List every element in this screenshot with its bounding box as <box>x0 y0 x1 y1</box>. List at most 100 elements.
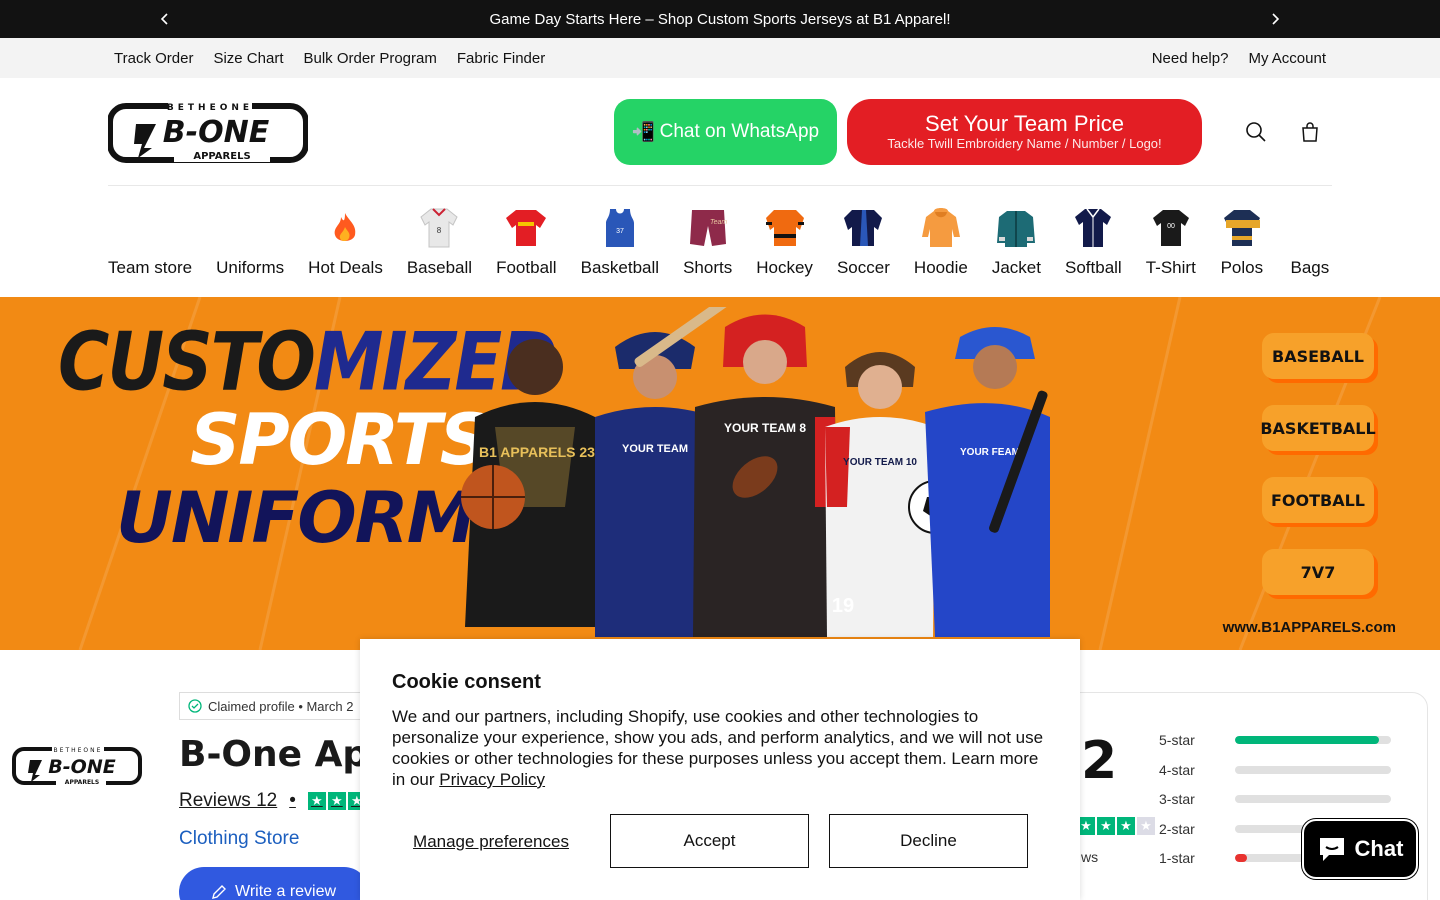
pencil-icon <box>212 885 226 899</box>
tag-football[interactable]: FOOTBALL <box>1262 477 1374 523</box>
rating-subtext: ws <box>1081 849 1099 865</box>
size-chart-link[interactable]: Size Chart <box>203 50 293 67</box>
decline-button[interactable]: Decline <box>829 814 1028 868</box>
jersey-text-6: 19 <box>832 595 854 617</box>
hero-line1-a: CUSTO <box>58 314 316 410</box>
phone-icon: 📲 <box>631 121 656 143</box>
privacy-policy-link[interactable]: Privacy Policy <box>439 770 545 789</box>
nav-hoodie[interactable]: Hoodie <box>914 206 968 278</box>
business-category-link[interactable]: Clothing Store <box>179 828 299 850</box>
nav-hockey[interactable]: Hockey <box>756 206 813 278</box>
whatsapp-chat-button[interactable]: 📲 Chat on WhatsApp <box>614 98 837 165</box>
star-icon: ★ <box>1117 817 1135 835</box>
nav-softball[interactable]: Softball <box>1065 206 1122 278</box>
t-shirt-icon: 00 <box>1149 206 1193 250</box>
bulk-order-link[interactable]: Bulk Order Program <box>293 50 446 67</box>
fire-icon <box>323 206 367 250</box>
rating-bar-fill <box>1235 854 1248 863</box>
cookie-title: Cookie consent <box>392 671 541 693</box>
header-divider <box>108 185 1332 186</box>
chat-label: Chat <box>1354 836 1404 861</box>
football-jersey-icon <box>504 206 548 250</box>
nav-football[interactable]: Football <box>496 206 557 278</box>
jersey-text-3: YOUR TEAM 8 <box>724 421 806 435</box>
svg-text:B-ONE: B-ONE <box>48 756 115 778</box>
category-nav: Team store Uniforms Hot Deals 8 Baseball… <box>0 186 1440 296</box>
nav-shorts[interactable]: Team Shorts <box>683 206 732 278</box>
check-circle-icon <box>188 699 202 713</box>
player-football: YOUR TEAM 8 <box>693 314 837 637</box>
nav-soccer[interactable]: Soccer <box>837 206 890 278</box>
nav-t-shirt[interactable]: 00 T-Shirt <box>1146 206 1196 278</box>
team-price-title: Set Your Team Price <box>925 110 1124 136</box>
tag-baseball[interactable]: BASEBALL <box>1262 333 1374 379</box>
claimed-profile-badge: Claimed profile • March 2 <box>179 692 363 720</box>
team-price-button[interactable]: Set Your Team Price Tackle Twill Embroid… <box>847 98 1202 165</box>
nav-jacket[interactable]: Jacket <box>992 206 1041 278</box>
rating-score: 2 <box>1081 731 1118 791</box>
rating-row-4[interactable]: 4-star <box>1159 761 1391 780</box>
nav-basketball[interactable]: 37 Basketball <box>581 206 659 278</box>
cart-icon[interactable] <box>1288 110 1332 154</box>
svg-text:8: 8 <box>437 226 442 235</box>
svg-text:00: 00 <box>1167 223 1175 230</box>
hero-website-url: www.B1APPARELS.com <box>1222 619 1396 636</box>
rating-stars: ★ ★ ★ ★ <box>1077 817 1155 835</box>
jersey-text-5: YOUR FEAM <box>960 447 1020 458</box>
hero-banner[interactable]: CUSTOMIZED SPORTS UNIFORMS B1 APPARELS 2… <box>0 297 1440 650</box>
accept-button[interactable]: Accept <box>610 814 809 868</box>
chat-widget-button[interactable]: Chat <box>1302 819 1418 879</box>
rating-row-5[interactable]: 5-star <box>1159 731 1391 750</box>
svg-text:37: 37 <box>616 228 624 235</box>
utility-right-links: Need help? My Account <box>1142 50 1336 67</box>
rating-bar-fill <box>1235 736 1379 745</box>
nav-bags[interactable]: Bags <box>1288 206 1332 278</box>
basketball-tank-icon: 37 <box>598 206 642 250</box>
whatsapp-label: Chat on WhatsApp <box>659 120 820 142</box>
my-account-link[interactable]: My Account <box>1238 50 1336 67</box>
site-header: BETHEONE B-ONE APPARELS 📲 Chat on WhatsA… <box>0 78 1440 186</box>
star-icon: ★ <box>1137 817 1155 835</box>
business-logo: BETHEONE B-ONE APPARELS <box>12 745 142 787</box>
chat-bubble-icon <box>1319 838 1344 861</box>
nav-baseball[interactable]: 8 Baseball <box>407 206 472 278</box>
svg-text:APPARELS: APPARELS <box>193 151 250 162</box>
svg-text:Team: Team <box>710 219 727 226</box>
rating-row-3[interactable]: 3-star <box>1159 790 1391 809</box>
next-announcement-arrow[interactable] <box>1260 0 1290 38</box>
jersey-text-2: YOUR TEAM <box>622 443 688 455</box>
manage-preferences-link[interactable]: Manage preferences <box>392 832 590 851</box>
star-rating: ★ ★ ★ <box>307 792 366 810</box>
brand-logo[interactable]: BETHEONE B-ONE APPARELS <box>107 99 309 164</box>
nav-hot-deals[interactable]: Hot Deals <box>308 206 383 278</box>
fabric-finder-link[interactable]: Fabric Finder <box>447 50 555 67</box>
nav-polos[interactable]: Polos <box>1220 206 1264 278</box>
announcement-text[interactable]: Game Day Starts Here – Shop Custom Sport… <box>489 11 950 28</box>
search-icon[interactable] <box>1234 110 1278 154</box>
track-order-link[interactable]: Track Order <box>104 50 203 67</box>
star-icon: ★ <box>327 792 346 810</box>
need-help-link[interactable]: Need help? <box>1142 50 1239 67</box>
write-review-button[interactable]: Write a review <box>179 867 369 900</box>
nav-uniforms[interactable]: Uniforms <box>216 206 284 278</box>
hero-sport-tags: BASEBALL BASKETBALL FOOTBALL 7V7 <box>1260 333 1376 595</box>
softball-jersey-icon <box>1071 206 1115 250</box>
soccer-jersey-icon <box>841 206 885 250</box>
tag-basketball[interactable]: BASKETBALL <box>1260 405 1376 451</box>
svg-text:BETHEONE: BETHEONE <box>54 747 103 754</box>
utility-bar: Track Order Size Chart Bulk Order Progra… <box>0 38 1440 78</box>
player-baseball: YOUR FEAM <box>925 327 1050 637</box>
reviews-count-row: Reviews 12 • ★ ★ ★ <box>179 790 366 812</box>
reviews-count-link[interactable]: Reviews 12 <box>179 790 277 812</box>
polo-icon <box>1220 206 1264 250</box>
hockey-jersey-icon <box>763 206 807 250</box>
header-actions: 📲 Chat on WhatsApp Set Your Team Price T… <box>614 98 1332 165</box>
previous-announcement-arrow[interactable] <box>150 0 180 38</box>
nav-team-store[interactable]: Team store <box>108 206 192 278</box>
baseball-jersey-icon: 8 <box>417 206 461 250</box>
utility-left-links: Track Order Size Chart Bulk Order Progra… <box>104 50 555 67</box>
shorts-icon: Team <box>686 206 730 250</box>
tag-7v7[interactable]: 7V7 <box>1262 549 1374 595</box>
announcement-bar: Game Day Starts Here – Shop Custom Sport… <box>0 0 1440 38</box>
cookie-actions: Manage preferences Accept Decline <box>392 814 1048 868</box>
